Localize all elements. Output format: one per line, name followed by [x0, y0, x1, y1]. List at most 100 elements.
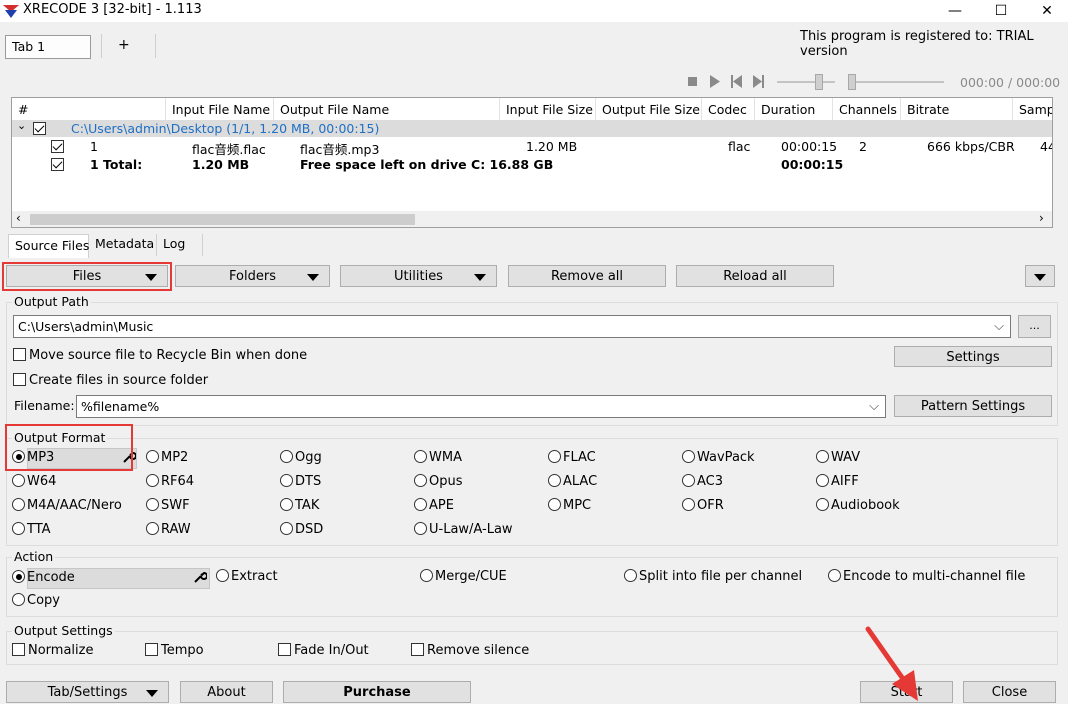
row-checkbox[interactable] — [51, 140, 64, 153]
chevron-down-icon[interactable]: ⌵ — [869, 399, 879, 414]
column-header-samplerate[interactable]: Samp — [1013, 98, 1052, 120]
format-radio-tak[interactable]: TAK — [280, 498, 319, 513]
format-radio-wavpack[interactable]: WavPack — [682, 450, 755, 465]
format-radio-alac[interactable]: ALAC — [548, 474, 597, 489]
format-radio-mp2[interactable]: MP2 — [146, 450, 188, 465]
radio-indicator[interactable] — [280, 498, 293, 511]
create-in-source-checkbox[interactable]: Create files in source folder — [13, 373, 208, 388]
tab-settings-button[interactable]: Tab/Settings — [6, 681, 169, 703]
browse-button[interactable]: ... — [1018, 315, 1051, 338]
tab-metadata[interactable]: Metadata — [91, 233, 158, 255]
format-radio-opus[interactable]: Opus — [414, 474, 463, 489]
radio-indicator[interactable] — [682, 498, 695, 511]
tab-1[interactable]: Tab 1 — [5, 35, 91, 59]
format-radio-flac[interactable]: FLAC — [548, 450, 596, 465]
chevron-down-icon[interactable]: ⌵ — [994, 319, 1004, 334]
checkbox-box[interactable] — [13, 373, 26, 386]
radio-indicator[interactable] — [816, 474, 829, 487]
checkbox-box[interactable] — [145, 643, 158, 656]
column-header-output-file-name[interactable]: Output File Name — [274, 98, 500, 120]
radio-indicator[interactable] — [420, 569, 433, 582]
radio-indicator[interactable] — [816, 498, 829, 511]
radio-indicator[interactable] — [12, 474, 25, 487]
radio-indicator[interactable] — [624, 569, 637, 582]
scrollbar-thumb[interactable] — [30, 214, 415, 225]
split-per-channel-radio[interactable]: Split into file per channel — [624, 569, 802, 584]
radio-indicator[interactable] — [146, 450, 159, 463]
total-checkbox[interactable] — [51, 158, 64, 171]
radio-indicator[interactable] — [548, 450, 561, 463]
add-tab-button[interactable]: + — [118, 37, 130, 53]
radio-indicator[interactable] — [682, 474, 695, 487]
output-path-combobox[interactable]: C:\Users\admin\Music ⌵ — [13, 315, 1011, 338]
encode-radio[interactable]: Encode — [12, 570, 75, 585]
column-header-input-file-name[interactable]: Input File Name — [166, 98, 274, 120]
format-radio-tta[interactable]: TTA — [12, 522, 51, 537]
stop-icon[interactable] — [688, 77, 697, 86]
wrench-icon[interactable] — [193, 570, 207, 584]
radio-indicator[interactable] — [548, 498, 561, 511]
column-header-bitrate[interactable]: Bitrate — [901, 98, 1013, 120]
column-header-channels[interactable]: Channels — [833, 98, 901, 120]
format-radio-aiff[interactable]: AIFF — [816, 474, 859, 489]
radio-indicator[interactable] — [146, 498, 159, 511]
format-radio-dsd[interactable]: DSD — [280, 522, 323, 537]
tempo-checkbox[interactable]: Tempo — [145, 643, 204, 658]
radio-indicator[interactable] — [146, 474, 159, 487]
format-radio-raw[interactable]: RAW — [146, 522, 191, 537]
radio-indicator[interactable] — [12, 498, 25, 511]
format-radio-ogg[interactable]: Ogg — [280, 450, 322, 465]
close-button[interactable]: Close — [963, 681, 1056, 703]
radio-indicator[interactable] — [414, 522, 427, 535]
radio-indicator[interactable] — [12, 593, 25, 606]
normalize-checkbox[interactable]: Normalize — [12, 643, 93, 658]
radio-indicator[interactable] — [548, 474, 561, 487]
group-checkbox[interactable] — [33, 122, 46, 135]
move-to-recycle-checkbox[interactable]: Move source file to Recycle Bin when don… — [13, 348, 307, 363]
more-menu-button[interactable] — [1025, 265, 1055, 287]
column-header-codec[interactable]: Codec — [702, 98, 755, 120]
format-radio-w64[interactable]: W64 — [12, 474, 56, 489]
checkbox-box[interactable] — [13, 348, 26, 361]
format-radio-rf64[interactable]: RF64 — [146, 474, 194, 489]
multichannel-radio[interactable]: Encode to multi-channel file — [828, 569, 1025, 584]
format-radio-ac3[interactable]: AC3 — [682, 474, 723, 489]
radio-indicator[interactable] — [12, 522, 25, 535]
remove-silence-checkbox[interactable]: Remove silence — [411, 643, 529, 658]
folders-button[interactable]: Folders — [175, 265, 330, 287]
checkbox-box[interactable] — [278, 643, 291, 656]
radio-indicator[interactable] — [280, 474, 293, 487]
radio-indicator[interactable] — [146, 522, 159, 535]
radio-indicator[interactable] — [828, 569, 841, 582]
pattern-settings-button[interactable]: Pattern Settings — [894, 395, 1052, 417]
radio-indicator[interactable] — [280, 450, 293, 463]
format-radio-wav[interactable]: WAV — [816, 450, 860, 465]
format-radio-m4a-aac-nero[interactable]: M4A/AAC/Nero — [12, 498, 122, 513]
utilities-button[interactable]: Utilities — [340, 265, 497, 287]
format-radio-ape[interactable]: APE — [414, 498, 454, 513]
radio-indicator[interactable] — [682, 450, 695, 463]
volume-slider-thumb[interactable] — [815, 74, 823, 90]
extract-radio[interactable]: Extract — [216, 569, 278, 584]
format-radio-ofr[interactable]: OFR — [682, 498, 724, 513]
format-radio-audiobook[interactable]: Audiobook — [816, 498, 900, 513]
collapse-icon[interactable]: ⌄ — [17, 119, 26, 132]
checkbox-box[interactable] — [12, 643, 25, 656]
column-header-output-file-size[interactable]: Output File Size — [596, 98, 702, 120]
filename-combobox[interactable]: %filename% ⌵ — [76, 395, 886, 418]
about-button[interactable]: About — [180, 681, 273, 703]
maximize-button[interactable]: ☐ — [978, 0, 1024, 22]
format-radio-dts[interactable]: DTS — [280, 474, 321, 489]
checkbox-box[interactable] — [411, 643, 424, 656]
next-icon[interactable] — [753, 75, 764, 88]
format-radio-wma[interactable]: WMA — [414, 450, 462, 465]
remove-all-button[interactable]: Remove all — [508, 265, 666, 287]
scroll-right-icon[interactable]: › — [1039, 211, 1044, 225]
radio-indicator[interactable] — [414, 498, 427, 511]
scroll-left-icon[interactable]: ‹ — [16, 211, 21, 225]
volume-slider-track[interactable] — [777, 81, 835, 83]
fade-checkbox[interactable]: Fade In/Out — [278, 643, 369, 658]
radio-indicator[interactable] — [414, 474, 427, 487]
seek-slider-thumb[interactable] — [848, 74, 856, 90]
reload-all-button[interactable]: Reload all — [676, 265, 834, 287]
